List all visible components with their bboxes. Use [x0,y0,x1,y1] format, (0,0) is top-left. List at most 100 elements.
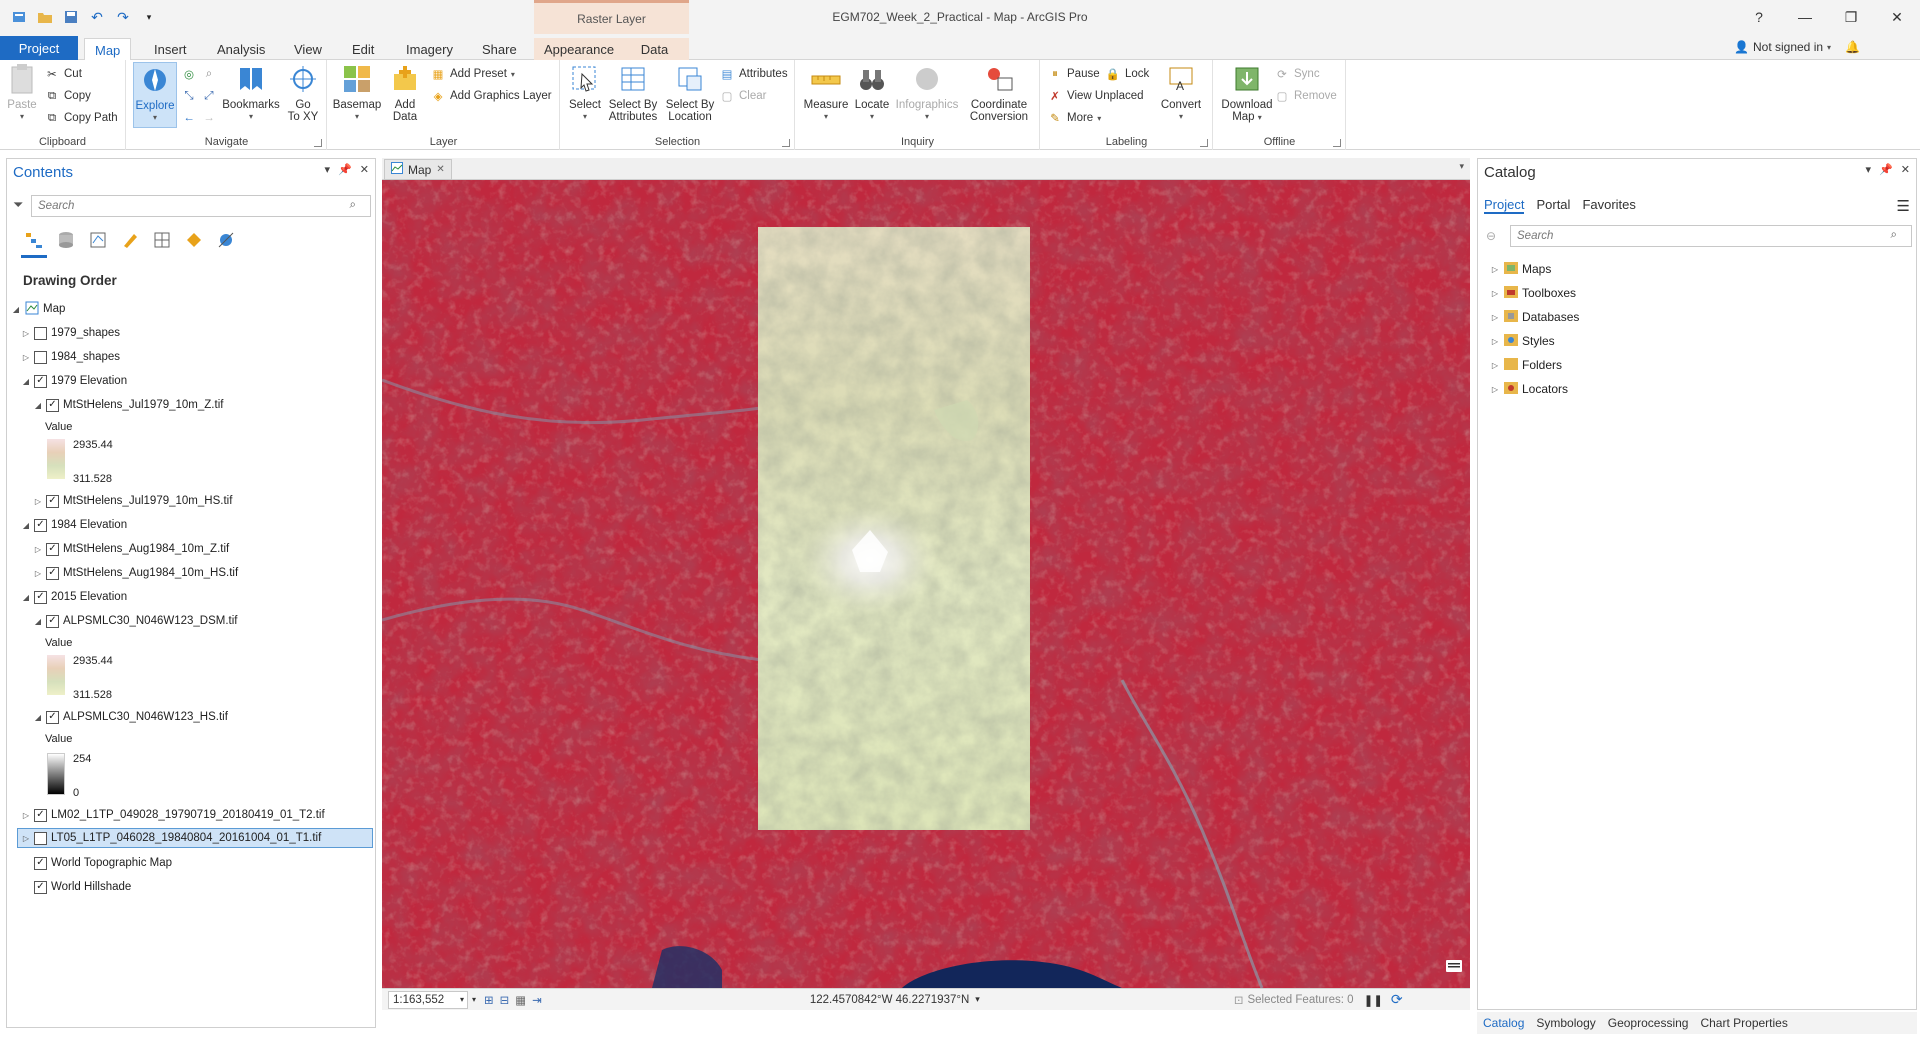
scale-selector[interactable]: 1:163,552 ▾ [388,990,468,1009]
snapping-icon[interactable]: ⇥ [532,993,542,1007]
bookmarks-button[interactable]: Bookmarks ▾ [222,62,280,123]
fixed-zoom-out-icon[interactable]: ⤢ [201,88,217,104]
view-unplaced-button[interactable]: ✗ View Unplaced [1047,86,1143,106]
go-to-xy-button[interactable]: Go To XY [283,62,323,123]
select-by-location-button[interactable]: Select By Location [663,62,717,123]
convert-button[interactable]: A Convert ▾ [1155,62,1207,123]
visibility-checkbox[interactable]: ✓ [34,374,47,388]
expand-icon[interactable]: ▷ [21,834,31,843]
pin-icon[interactable]: 📌 [338,163,352,176]
layer-row[interactable]: ◢ ✓ ALPSMLC30_N046W123_DSM.tif [33,611,238,631]
selected-features-count[interactable]: Selected Features: 0 [1247,994,1353,1006]
labeling-launcher[interactable] [1200,139,1208,147]
restore-icon[interactable]: ❐ [1828,0,1874,34]
tab-catalog[interactable]: Catalog [1483,1016,1524,1030]
fixed-zoom-icon[interactable]: ⤡ ⤢ [181,86,217,106]
expand-icon[interactable]: ▷ [21,353,31,362]
expand-icon[interactable]: ◢ [11,305,21,314]
visibility-checkbox[interactable]: ✓ [34,590,47,604]
list-by-editing-icon[interactable] [119,229,141,251]
expand-icon[interactable]: ▷ [33,569,43,578]
expand-icon[interactable]: ▷ [21,811,31,820]
add-graphics-layer-button[interactable]: ◈ Add Graphics Layer [430,86,552,106]
minimize-icon[interactable]: — [1782,0,1828,34]
catalog-tab-project[interactable]: Project [1484,197,1525,214]
catalog-search-input[interactable]: Search ⌕ [1510,225,1912,247]
group-layer-row[interactable]: ◢ ✓ 2015 Elevation [21,587,127,607]
list-by-drawing-order-icon[interactable] [21,229,47,258]
coordinate-conversion-button[interactable]: Coordinate Conversion [966,62,1032,123]
catalog-tab-favorites[interactable]: Favorites [1582,197,1635,214]
collapse-icon[interactable]: ◢ [33,401,43,410]
close-icon[interactable]: ✕ [1901,163,1910,176]
tab-analysis[interactable]: Analysis [207,38,275,60]
grid-icon[interactable]: ⊞ [484,993,494,1007]
clear-button[interactable]: ▢ Clear [719,86,767,106]
tab-insert[interactable]: Insert [144,38,197,60]
visibility-checkbox[interactable]: ✓ [34,808,47,822]
selection-launcher[interactable] [782,139,790,147]
group-layer-row[interactable]: ◢ ✓ 1984 Elevation [21,515,127,535]
notification-icon[interactable]: 🔔 [1845,40,1860,54]
refresh-icon[interactable]: ⟳ [1391,991,1403,1008]
download-map-button[interactable]: Download Map ▾ [1218,62,1276,124]
navigate-launcher[interactable] [314,139,322,147]
visibility-checkbox[interactable]: ✓ [34,880,47,894]
next-extent-icon[interactable]: → [201,110,217,126]
pin-icon[interactable]: 📌 [1879,163,1893,176]
visibility-checkbox[interactable]: ✓ [46,398,59,412]
tab-share[interactable]: Share [472,38,527,60]
catalog-item-databases[interactable]: ▷ Databases [1490,307,1579,327]
basemap-button[interactable]: Basemap ▾ [333,62,381,123]
explore-button[interactable]: Explore ▾ [133,62,177,128]
catalog-tab-portal[interactable]: Portal [1536,197,1570,214]
map-notification-icon[interactable] [1446,960,1462,972]
visibility-checkbox[interactable] [34,831,47,845]
remove-button[interactable]: ▢ Remove [1274,86,1337,106]
search-icon[interactable]: ⌕ [1891,229,1897,242]
select-by-attributes-button[interactable]: Select By Attributes [605,62,661,123]
expand-icon[interactable]: ▷ [1490,313,1500,322]
tab-edit[interactable]: Edit [342,38,384,60]
add-preset-button[interactable]: ▦ Add Preset ▾ [430,64,515,84]
catalog-item-locators[interactable]: ▷ Locators [1490,379,1568,399]
visibility-checkbox[interactable]: ✓ [46,710,59,724]
pane-options-icon[interactable]: ▾ [1866,163,1872,176]
visibility-checkbox[interactable] [34,350,47,364]
add-data-button[interactable]: Add Data [386,62,424,123]
list-by-selection-icon[interactable] [87,229,109,251]
expand-icon[interactable]: ▷ [1490,361,1500,370]
coordinate-format-icon[interactable]: ▾ [975,994,980,1005]
list-by-data-source-icon[interactable] [55,229,77,251]
attributes-button[interactable]: ▤ Attributes [719,64,788,84]
close-icon[interactable]: ✕ [1874,0,1920,34]
selection-icon[interactable]: ⊡ [1234,993,1244,1007]
undo-icon[interactable]: ↶ [86,6,108,28]
back-icon[interactable]: ⊖ [1486,229,1496,243]
tab-project[interactable]: Project [0,36,78,60]
basemap-layer-row[interactable]: ✓ World Topographic Map [31,853,172,873]
expand-icon[interactable]: ▷ [1490,337,1500,346]
close-icon[interactable]: ✕ [436,164,444,175]
reference-scale-icon[interactable]: ⊟ [500,993,510,1007]
menu-icon[interactable]: ☰ [1897,197,1910,215]
pause-drawing-icon[interactable]: ❚❚ [1364,993,1383,1007]
collapse-icon[interactable]: ◢ [21,593,31,602]
layer-row-selected[interactable]: ▷ LT05_L1TP_046028_19840804_20161004_01_T… [17,828,373,848]
layer-row[interactable]: ◢ ✓ MtStHelens_Jul1979_10m_Z.tif [33,395,223,415]
previous-extent-icon[interactable]: ← → [181,108,217,128]
tab-list-icon[interactable]: ▾ [1459,161,1464,172]
basemap-layer-row[interactable]: ✓ World Hillshade [31,877,131,897]
help-button[interactable]: ? [1736,0,1782,34]
tab-map[interactable]: Map [84,38,132,61]
map-view-tab[interactable]: Map ✕ [384,159,452,180]
collapse-icon[interactable]: ◢ [21,377,31,386]
collapse-icon[interactable]: ◢ [33,713,43,722]
list-by-perspective-icon[interactable] [215,229,237,251]
collapse-icon[interactable]: ◢ [33,617,43,626]
copy-path-button[interactable]: ⧉ Copy Path [44,108,118,128]
offline-launcher[interactable] [1333,139,1341,147]
zoom-icon[interactable]: ⌕ [201,66,217,82]
catalog-item-toolboxes[interactable]: ▷ Toolboxes [1490,283,1576,303]
visibility-checkbox[interactable] [34,326,47,340]
